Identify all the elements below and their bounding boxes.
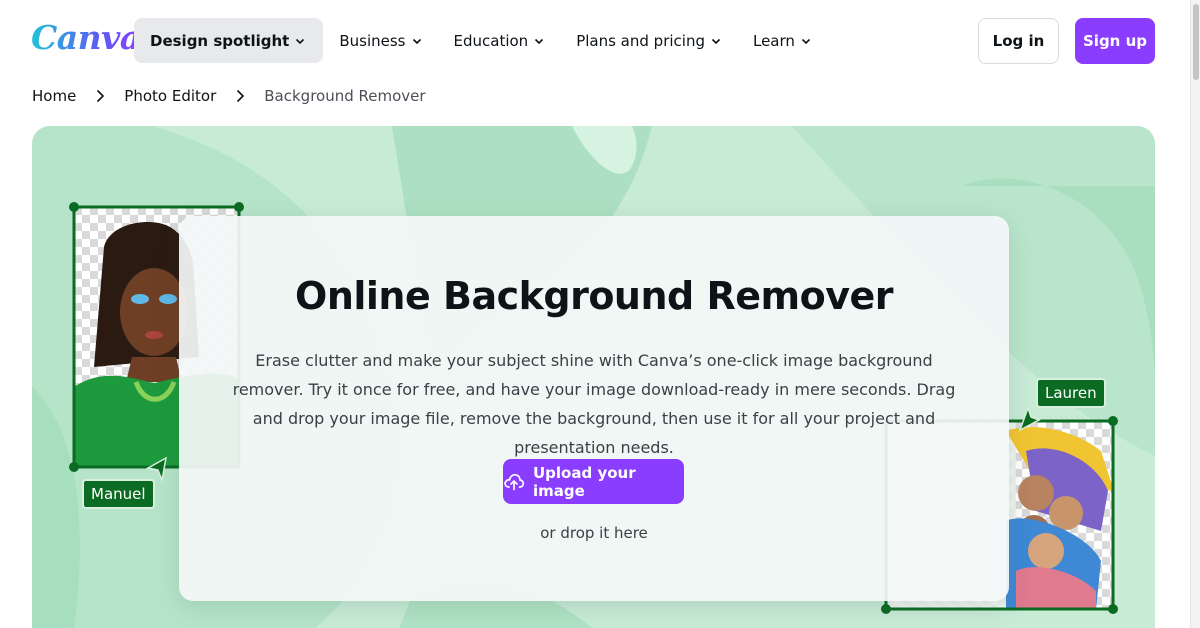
nav-label: Education (453, 31, 529, 50)
label-lauren: Lauren (1036, 378, 1106, 408)
chevron-down-icon (295, 36, 305, 46)
page-title: Online Background Remover (295, 274, 893, 318)
breadcrumb: Home Photo Editor Background Remover (32, 84, 426, 108)
nav-plans-pricing[interactable]: Plans and pricing (560, 18, 737, 63)
chevron-right-icon (88, 84, 112, 108)
chevron-down-icon (801, 36, 811, 46)
nav-label: Design spotlight (150, 31, 290, 50)
signup-button[interactable]: Sign up (1075, 18, 1155, 64)
canva-logo[interactable]: Canva (31, 18, 141, 57)
page-scrollbar[interactable] (1190, 0, 1200, 628)
breadcrumb-current: Background Remover (264, 87, 426, 105)
breadcrumb-home[interactable]: Home (32, 87, 76, 105)
scrollbar-thumb[interactable] (1193, 4, 1199, 80)
cloud-upload-icon (503, 472, 525, 492)
hero-card: Online Background Remover Erase clutter … (179, 216, 1009, 601)
hero-description: Erase clutter and make your subject shin… (232, 351, 956, 457)
nav-label: Business (339, 31, 406, 50)
nav-learn[interactable]: Learn (737, 18, 827, 63)
nav-label: Plans and pricing (576, 31, 705, 50)
upload-image-button[interactable]: Upload your image (503, 459, 684, 504)
main-nav: Design spotlight Business Education Plan… (134, 18, 827, 63)
drop-hint: or drop it here (540, 524, 648, 542)
nav-education[interactable]: Education (438, 18, 561, 63)
chevron-down-icon (711, 36, 721, 46)
breadcrumb-photo-editor[interactable]: Photo Editor (124, 87, 216, 105)
nav-label: Learn (752, 31, 795, 50)
label-manuel: Manuel (82, 479, 155, 509)
chevron-down-icon (412, 36, 422, 46)
nav-business[interactable]: Business (323, 18, 437, 63)
chevron-right-icon (228, 84, 252, 108)
nav-design-spotlight[interactable]: Design spotlight (134, 18, 324, 63)
login-button[interactable]: Log in (978, 18, 1059, 64)
site-header: Canva Design spotlight Business Educatio… (0, 0, 1200, 80)
chevron-down-icon (534, 36, 544, 46)
upload-button-label: Upload your image (533, 463, 636, 500)
